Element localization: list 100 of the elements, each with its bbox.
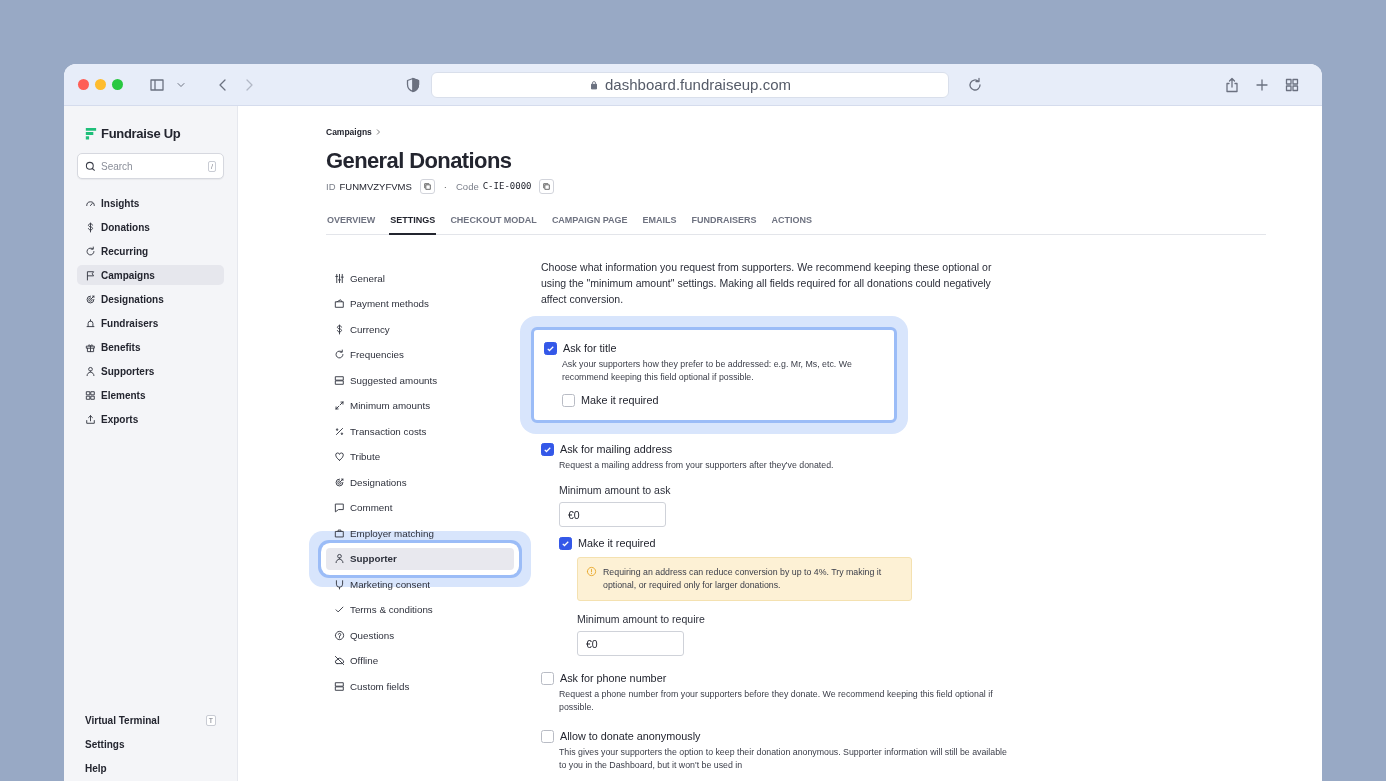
checkbox[interactable] — [541, 442, 554, 456]
amount-input[interactable]: €0 — [559, 502, 666, 527]
checkbox-label: Allow to donate anonymously — [560, 730, 701, 742]
settings-nav-item[interactable]: Transaction costs — [326, 420, 514, 442]
checkbox[interactable] — [562, 393, 575, 407]
tab-grid-icon[interactable] — [1284, 76, 1300, 93]
settings-nav-item[interactable]: Offline — [326, 649, 514, 672]
settings-nav-item[interactable]: General — [326, 267, 514, 289]
option-description: Request a phone number from your supporters before they donate. We recommend keeping this field optional if possible. — [559, 688, 994, 714]
tab[interactable]: FUNDRAISERS — [690, 211, 758, 235]
flag-icon — [85, 269, 96, 281]
upload-icon — [85, 413, 96, 425]
intro-text: Choose what information you request from supporters. We recommend keeping these optional or using the "minimum amount" settings. Making all fields required for all donations could negatively affect conversion. — [541, 260, 993, 307]
target-icon — [334, 476, 345, 488]
stack-icon — [334, 374, 345, 386]
breadcrumb-link[interactable]: Campaigns — [326, 127, 372, 137]
sidebar-item[interactable]: Insights — [77, 193, 224, 213]
settings-nav-item[interactable]: Terms & conditions — [326, 598, 514, 621]
refresh-icon — [85, 245, 96, 257]
checkbox[interactable] — [541, 729, 554, 743]
settings-nav-item[interactable]: Marketing consent — [326, 573, 514, 595]
sidebar-item[interactable]: Fundraisers — [77, 313, 224, 333]
settings-nav-item[interactable]: Comment — [326, 496, 514, 519]
logo-icon — [83, 126, 98, 141]
close-button[interactable] — [78, 79, 89, 90]
bubble-icon — [334, 502, 345, 513]
separator-dot: · — [443, 180, 447, 192]
checkbox-label: Make it required — [581, 394, 659, 406]
check-icon — [334, 604, 345, 615]
settings-nav-item[interactable]: Frequencies — [326, 343, 514, 366]
zoom-button[interactable] — [112, 79, 123, 90]
target-icon — [85, 293, 96, 305]
question-icon — [334, 629, 345, 641]
reload-icon[interactable] — [967, 76, 983, 93]
percent-icon — [334, 425, 345, 437]
tab[interactable]: CHECKOUT MODAL — [449, 211, 538, 235]
settings-nav-item[interactable]: Custom fields — [326, 675, 514, 697]
code-label: Code — [456, 180, 479, 192]
sidebar-item[interactable]: Elements — [77, 385, 224, 405]
field-label: Minimum amount to require — [577, 613, 706, 625]
cloudoff-icon — [334, 655, 345, 666]
id-value: FUNMVZYFVMS — [339, 180, 412, 192]
share-icon[interactable] — [1224, 76, 1240, 93]
settings-nav-item[interactable]: Designations — [326, 471, 514, 493]
checkbox-label: Ask for mailing address — [560, 443, 673, 455]
settings-nav-item[interactable]: Employer matching — [326, 522, 514, 544]
settings-nav-item[interactable]: Minimum amounts — [326, 394, 514, 417]
option-description: Ask your supporters how they prefer to be addressed: e.g. Mr, Ms, etc. We recommend keeping this field optional if possible. — [562, 358, 853, 384]
settings-nav-item[interactable]: Suggested amounts — [326, 369, 514, 391]
field-label: Minimum amount to ask — [559, 484, 672, 496]
sidebar-link[interactable]: Virtual Terminal — [85, 714, 160, 726]
checkbox[interactable] — [544, 341, 557, 355]
person-icon — [85, 365, 96, 377]
sliders-icon — [334, 272, 345, 284]
sidebar-item[interactable]: Designations — [77, 289, 224, 309]
tab[interactable]: EMAILS — [641, 211, 678, 235]
copy-button[interactable] — [419, 178, 435, 194]
sidebar-item[interactable]: Donations — [77, 217, 224, 237]
amount-input[interactable]: €0 — [577, 631, 684, 656]
sidebar-item[interactable]: Campaigns — [77, 265, 224, 285]
logo-text: Fundraise Up — [101, 126, 181, 141]
tab[interactable]: ACTIONS — [770, 211, 814, 235]
option-description: Request a mailing address from your supporters after they've donated. — [559, 459, 835, 472]
tab[interactable]: CAMPAIGN PAGE — [550, 211, 629, 235]
sidebar-item[interactable]: Benefits — [77, 337, 224, 357]
briefcase-icon — [334, 527, 345, 539]
refresh-icon — [334, 349, 345, 360]
search-icon — [85, 161, 96, 172]
stack-icon — [334, 680, 345, 692]
copy-icon — [542, 181, 552, 191]
settings-nav-item[interactable]: Questions — [326, 624, 514, 646]
checkbox-label: Ask for phone number — [560, 672, 667, 684]
address-bar[interactable]: dashboard.fundraiseup.com — [431, 71, 949, 98]
grid-icon — [85, 389, 96, 401]
sidebar-link[interactable]: Help — [85, 762, 107, 774]
sidebar-item[interactable]: Exports — [77, 409, 224, 429]
copy-button[interactable] — [539, 178, 555, 194]
shield-icon[interactable] — [405, 76, 421, 93]
copy-icon — [422, 181, 432, 191]
tab[interactable]: SETTINGS — [389, 211, 437, 235]
sidebar-link[interactable]: Settings — [85, 738, 125, 750]
gift-icon — [85, 341, 96, 353]
person-icon — [334, 553, 345, 564]
lock-icon — [589, 79, 599, 90]
checkbox[interactable] — [559, 536, 572, 550]
checkbox-label: Ask for title — [563, 342, 617, 354]
settings-nav-item[interactable]: Payment methods — [326, 292, 514, 315]
expand-icon — [334, 400, 345, 411]
tab[interactable]: OVERVIEW — [326, 211, 377, 235]
settings-nav-item[interactable]: Tribute — [326, 445, 514, 468]
dollar-icon — [85, 221, 96, 233]
wallet-icon — [334, 298, 345, 309]
settings-nav-item[interactable]: Currency — [326, 318, 514, 340]
url-text: dashboard.fundraiseup.com — [605, 76, 791, 93]
checkbox[interactable] — [541, 671, 554, 685]
page-title: General Donations — [326, 147, 513, 175]
sidebar-item[interactable]: Supporters — [77, 361, 224, 381]
code-value: C-IE-0000 — [482, 181, 532, 191]
sidebar-toggle-icon[interactable] — [149, 76, 165, 93]
sidebar-item[interactable]: Recurring — [77, 241, 224, 261]
